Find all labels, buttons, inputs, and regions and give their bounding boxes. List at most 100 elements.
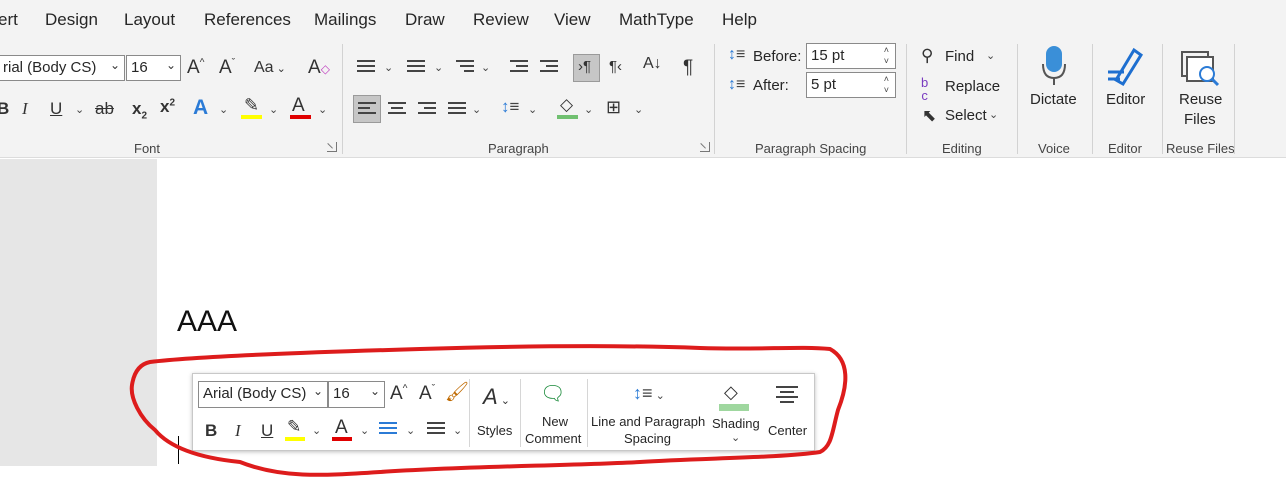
tab-view[interactable]: View: [554, 10, 591, 30]
shading-icon[interactable]: ◇: [560, 96, 573, 113]
spin-up-icon[interactable]: ˄: [884, 46, 889, 55]
mini-bullets-icon[interactable]: [379, 422, 397, 437]
separator: [1092, 44, 1093, 154]
spacing-after-input[interactable]: 5 pt ˄ ˅: [806, 72, 896, 98]
font-color-icon[interactable]: A: [292, 96, 305, 115]
tab-insert[interactable]: ert: [0, 10, 18, 30]
chevron-down-icon: ⌄: [165, 58, 176, 72]
bold-icon[interactable]: B: [0, 100, 9, 117]
shading-button[interactable]: ◇ Shading ⌄: [709, 380, 761, 450]
increase-indent-icon[interactable]: [540, 60, 558, 75]
chevron-down-icon[interactable]: ⌄: [406, 424, 415, 437]
new-comment-icon: 🗨: [540, 383, 566, 405]
replace-icon: bc: [921, 75, 929, 103]
align-right-icon[interactable]: [418, 102, 436, 117]
tab-layout[interactable]: Layout: [124, 10, 175, 30]
editing-group-label: Editing: [942, 141, 982, 156]
new-comment-button[interactable]: 🗨 New Comment: [523, 380, 587, 448]
paragraph-dialog-launcher-icon[interactable]: [700, 142, 710, 152]
underline-icon[interactable]: U: [50, 100, 62, 117]
spin-down-icon[interactable]: ˅: [884, 57, 889, 66]
italic-icon[interactable]: I: [22, 100, 28, 117]
chevron-down-icon[interactable]: ⌄: [269, 103, 278, 116]
chevron-down-icon[interactable]: ⌄: [472, 103, 481, 116]
chevron-down-icon[interactable]: ⌄: [528, 103, 537, 116]
chevron-down-icon[interactable]: ⌄: [481, 61, 490, 74]
tab-help[interactable]: Help: [722, 10, 757, 30]
line-spacing-icon[interactable]: ↕≡: [501, 98, 519, 115]
document-text[interactable]: AAA: [177, 305, 237, 339]
find-button[interactable]: ⚲ Find ⌄: [921, 46, 1001, 68]
strikethrough-icon[interactable]: ab: [95, 100, 114, 117]
change-case-button[interactable]: Aa ⌄: [254, 60, 286, 76]
chevron-down-icon[interactable]: ⌄: [634, 103, 643, 116]
chevron-down-icon[interactable]: ⌄: [219, 103, 228, 116]
mini-grow-font-icon[interactable]: A^: [390, 384, 407, 403]
line-paragraph-spacing-button[interactable]: ↕≡ ⌄ Line and Paragraph Spacing: [589, 380, 707, 448]
chevron-down-icon[interactable]: ⌄: [434, 61, 443, 74]
numbering-icon[interactable]: [407, 60, 425, 75]
editor-button[interactable]: Editor: [1102, 44, 1152, 114]
chevron-down-icon[interactable]: ⌄: [75, 103, 84, 116]
styles-button[interactable]: A ⌄ Styles: [473, 380, 519, 448]
font-group-label: Font: [134, 141, 161, 156]
subscript-icon[interactable]: x2: [132, 100, 147, 121]
format-painter-icon[interactable]: 🖌: [445, 383, 469, 402]
clear-formatting-icon[interactable]: A◇: [308, 58, 330, 77]
bullets-icon[interactable]: [357, 60, 375, 75]
superscript-icon[interactable]: x2: [160, 98, 175, 115]
tab-draw[interactable]: Draw: [405, 10, 445, 30]
font-dialog-launcher-icon[interactable]: [327, 142, 337, 152]
separator: [469, 379, 470, 447]
grow-font-icon[interactable]: A^: [187, 58, 204, 77]
reuse-files-button[interactable]: Reuse Files: [1172, 44, 1226, 132]
chevron-down-icon[interactable]: ⌄: [584, 103, 593, 116]
select-button[interactable]: ⬉ Select ⌄: [921, 105, 1001, 127]
mini-highlight-icon[interactable]: ✎: [287, 418, 301, 435]
tab-mathtype[interactable]: MathType: [619, 10, 694, 30]
justify-icon[interactable]: [448, 102, 466, 117]
mini-numbering-icon[interactable]: [427, 422, 445, 437]
spin-down-icon[interactable]: ˅: [884, 86, 889, 95]
right-to-left-icon[interactable]: ¶‹: [609, 59, 622, 74]
mini-italic-icon[interactable]: I: [235, 422, 241, 439]
text-effects-icon[interactable]: A: [193, 97, 208, 118]
mini-bold-icon[interactable]: B: [205, 422, 217, 439]
highlight-color-bar: [241, 115, 262, 119]
font-name-value: rial (Body CS): [3, 59, 97, 76]
decrease-indent-icon[interactable]: [510, 60, 528, 75]
sort-icon[interactable]: A↓: [643, 56, 662, 72]
replace-button[interactable]: bc Replace: [921, 76, 1001, 102]
mini-font-size-combo[interactable]: 16 ⌄: [328, 381, 385, 408]
show-formatting-icon[interactable]: ¶: [683, 58, 693, 77]
multilevel-list-icon[interactable]: [456, 60, 474, 75]
change-case-label: Aa: [254, 59, 274, 76]
tab-mailings[interactable]: Mailings: [314, 10, 376, 30]
chevron-down-icon[interactable]: ⌄: [312, 424, 321, 437]
mini-font-color-icon[interactable]: A: [335, 418, 348, 437]
spacing-after-icon: ↕≡: [728, 76, 746, 93]
spin-up-icon[interactable]: ˄: [884, 75, 889, 84]
mini-underline-icon[interactable]: U: [261, 422, 273, 439]
font-name-combo[interactable]: rial (Body CS) ⌄: [0, 55, 125, 81]
tab-references[interactable]: References: [204, 10, 291, 30]
chevron-down-icon[interactable]: ⌄: [384, 61, 393, 74]
left-to-right-icon: ›¶: [578, 58, 592, 75]
styles-label: Styles: [477, 423, 513, 438]
font-size-combo[interactable]: 16 ⌄: [126, 55, 181, 81]
chevron-down-icon[interactable]: ⌄: [453, 424, 462, 437]
tab-design[interactable]: Design: [45, 10, 98, 30]
chevron-down-icon[interactable]: ⌄: [318, 103, 327, 116]
chevron-down-icon[interactable]: ⌄: [360, 424, 369, 437]
mini-font-name-combo[interactable]: Arial (Body CS) ⌄: [198, 381, 328, 408]
align-center-icon[interactable]: [388, 102, 406, 117]
spacing-before-label: Before:: [753, 48, 802, 65]
center-button[interactable]: Center: [763, 380, 813, 448]
borders-icon[interactable]: ⊞: [606, 98, 621, 116]
shrink-font-icon[interactable]: Aˇ: [219, 58, 235, 77]
dictate-button[interactable]: Dictate: [1026, 44, 1082, 114]
highlight-icon[interactable]: ✎: [244, 96, 259, 114]
spacing-before-input[interactable]: 15 pt ˄ ˅: [806, 43, 896, 69]
tab-review[interactable]: Review: [473, 10, 529, 30]
mini-shrink-font-icon[interactable]: Aˇ: [419, 384, 435, 403]
